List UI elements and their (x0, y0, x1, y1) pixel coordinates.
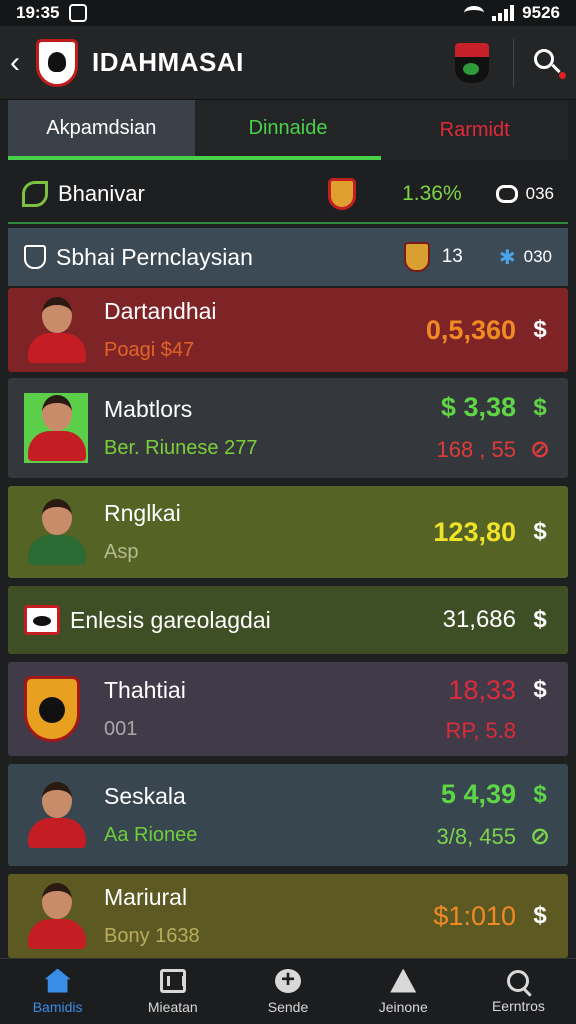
alert-icon (390, 968, 417, 993)
dollar-icon: $ (533, 902, 547, 929)
crest-icon (403, 242, 430, 272)
nav-item-home[interactable]: Bamidis (0, 959, 115, 1024)
player-name: Mariural (104, 884, 188, 910)
club-logo-icon (36, 38, 78, 87)
player-card[interactable]: Rnglkai Asp 123,80 $ (8, 486, 568, 578)
player-name: Rnglkai (104, 500, 181, 526)
dollar-icon: $ (533, 676, 547, 703)
club-crest-icon (24, 676, 80, 742)
shield-icon (24, 245, 46, 269)
back-arrow-icon[interactable]: ‹ (10, 46, 32, 80)
player-name: Mabtlors (104, 396, 193, 422)
plus-icon (275, 966, 301, 994)
player-value: 18,33 (448, 674, 516, 705)
player-value: 0,5,360 (425, 314, 516, 345)
bottom-nav: Bamidis Mieatan Sende Jeinone Eerntros (0, 958, 576, 1024)
tab-2[interactable]: Dinnaide (194, 100, 382, 160)
dollar-icon: $ (533, 780, 547, 808)
dollar-icon: $ (533, 606, 547, 633)
team-flag-icon (24, 605, 60, 635)
header-divider (513, 38, 514, 87)
nav-label: Mieatan (147, 998, 198, 1015)
tab-3[interactable]: Rarmidt (381, 100, 569, 160)
player-avatar (24, 393, 88, 463)
section-title: Sbhai Pernclaysian (56, 243, 253, 270)
player-name: Dartandhai (104, 298, 217, 324)
nav-item-add[interactable]: Sende (230, 959, 345, 1024)
nav-item-board[interactable]: Mieatan (115, 959, 230, 1024)
player-value: $ 3,38 (440, 392, 516, 422)
notification-dot (559, 71, 566, 79)
player-avatar (24, 881, 88, 951)
search-icon (507, 969, 530, 992)
player-value-2: RP, 5.8 (445, 717, 516, 743)
player-avatar (24, 780, 88, 850)
star-icon: ✱ (498, 246, 516, 269)
team-badge-icon[interactable] (455, 42, 489, 83)
player-value: $1:010 (433, 900, 516, 931)
tab-1[interactable]: Akpamdsian (8, 100, 195, 160)
home-icon (44, 968, 71, 993)
nav-label: Bamidis (32, 998, 83, 1015)
player-card[interactable]: Thahtiai 001 18,33 $ RP, 5.8 (8, 662, 568, 756)
signal-icon (492, 5, 515, 21)
player-value: 123,80 (433, 516, 516, 547)
status-right-text: 9526 (522, 3, 560, 22)
tab-bar: Akpamdsian Dinnaide Rarmidt (8, 100, 569, 160)
nav-item-alerts[interactable]: Jeinone (346, 959, 461, 1024)
player-sub: Aa Rionee (104, 824, 198, 846)
player-avatar (24, 497, 88, 567)
player-sub: 001 (104, 718, 138, 740)
nav-item-search[interactable]: Eerntros (461, 959, 576, 1024)
nav-label: Jeinone (378, 998, 428, 1015)
leaf-icon (22, 181, 48, 207)
app-header: ‹ IDAHMASAI (0, 26, 576, 100)
player-sub: Ber. Riunese 277 (104, 437, 258, 459)
player-card[interactable]: Mariural Bony 1638 $1:010 $ (8, 874, 568, 958)
nav-label: Eerntros (491, 997, 545, 1014)
board-icon (159, 968, 186, 993)
player-value-2: 3/8, 455 (436, 823, 516, 849)
status-circle-icon: ⊘ (530, 436, 551, 463)
section-num: 13 (441, 246, 463, 267)
status-bar: 19:35 9526 (0, 0, 576, 26)
summary-row[interactable]: Bhanivar 1.36% 036 (8, 166, 568, 224)
player-value: 5 4,39 (440, 779, 516, 809)
team-name: Enlesis gareolagdai (70, 606, 271, 633)
summary-count: 036 (525, 184, 554, 203)
dollar-icon: $ (533, 393, 547, 421)
player-name: Thahtiai (104, 677, 186, 703)
section-header[interactable]: Sbhai Pernclaysian 13 ✱ 030 (8, 228, 568, 286)
wifi-icon (464, 6, 485, 20)
team-card[interactable]: Enlesis gareolagdai 31,686 $ (8, 586, 568, 654)
page-title: IDAHMASAI (92, 47, 244, 77)
search-button[interactable] (530, 45, 566, 81)
player-avatar (24, 295, 88, 365)
section-num2: 030 (523, 247, 552, 266)
player-card[interactable]: Dartandhai Poagi $47 0,5,360 $ (8, 288, 568, 372)
chat-icon[interactable] (495, 185, 518, 203)
player-sub: Bony 1638 (104, 925, 200, 947)
summary-percent: 1.36% (402, 182, 462, 205)
player-name: Seskala (104, 783, 186, 809)
summary-label: Bhanivar (58, 181, 145, 206)
dollar-icon: $ (533, 316, 547, 343)
player-value-2: 168 , 55 (436, 436, 516, 462)
player-sub: Asp (104, 541, 139, 563)
status-time: 19:35 (16, 3, 60, 22)
team-value: 31,686 (442, 606, 516, 633)
nav-label: Sende (267, 998, 309, 1015)
player-card[interactable]: Mabtlors Ber. Riunese 277 $ 3,38 $ 168 ,… (8, 378, 568, 478)
status-circle-icon: ⊘ (530, 823, 551, 850)
player-sub: Poagi $47 (104, 339, 195, 361)
emblem-icon (328, 178, 357, 210)
dollar-icon: $ (533, 518, 547, 545)
player-card[interactable]: Seskala Aa Rionee 5 4,39 $ 3/8, 455 ⊘ (8, 764, 568, 866)
notification-icon (69, 4, 88, 22)
